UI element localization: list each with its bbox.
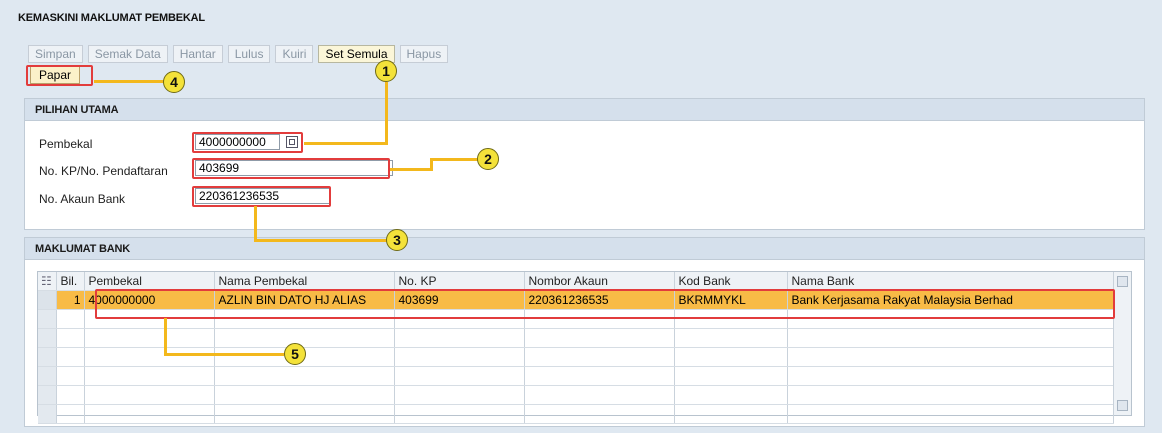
maklumat-bank-panel: MAKLUMAT BANK ☷ Bil. Pembekal Nama Pembe… (24, 237, 1145, 427)
simpan-button[interactable]: Simpan (28, 45, 83, 63)
annotation-badge-5: 5 (284, 343, 306, 365)
col-header[interactable]: No. KP (394, 272, 525, 291)
table-row[interactable] (38, 385, 1114, 405)
table-row[interactable] (38, 366, 1114, 386)
leader-line (390, 168, 432, 171)
annotation-badge-3: 3 (386, 229, 408, 251)
annotation-box-pembekal (192, 132, 303, 153)
annotation-box-akaun (192, 186, 331, 207)
table-row[interactable] (38, 328, 1114, 348)
leader-line (164, 318, 167, 355)
table-settings-icon[interactable]: ☷ (38, 272, 57, 291)
akaun-label: No. Akaun Bank (39, 192, 126, 206)
maklumat-bank-title: MAKLUMAT BANK (25, 238, 1144, 260)
annotation-box-papar (26, 65, 93, 86)
page-title: KEMASKINI MAKLUMAT PEMBEKAL (18, 12, 205, 24)
annotation-badge-2: 2 (477, 148, 499, 170)
page: KEMASKINI MAKLUMAT PEMBEKAL Simpan Semak… (0, 0, 1162, 433)
cell-bil: 1 (56, 290, 85, 310)
scroll-up-icon[interactable] (1117, 276, 1128, 287)
table-row[interactable] (38, 347, 1114, 367)
leader-line (430, 158, 478, 161)
lulus-button[interactable]: Lulus (227, 45, 271, 63)
table-row[interactable] (38, 404, 1114, 424)
leader-line (254, 239, 387, 242)
scroll-down-icon[interactable] (1117, 400, 1128, 411)
leader-line (304, 142, 386, 145)
vertical-scrollbar[interactable] (1113, 272, 1131, 415)
leader-line (385, 82, 388, 145)
leader-line (254, 206, 257, 242)
col-header[interactable]: Pembekal (84, 272, 215, 291)
col-header[interactable]: Nama Pembekal (214, 272, 395, 291)
pilihan-utama-title: PILIHAN UTAMA (25, 99, 1144, 121)
semak-data-button[interactable]: Semak Data (87, 45, 168, 63)
hantar-button[interactable]: Hantar (172, 45, 223, 63)
leader-line (164, 353, 284, 356)
hapus-button[interactable]: Hapus (399, 45, 449, 63)
leader-line (94, 80, 164, 83)
pembekal-label: Pembekal (39, 137, 93, 151)
annotation-badge-4: 4 (163, 71, 185, 93)
kp-label: No. KP/No. Pendaftaran (39, 164, 168, 178)
kuiri-button[interactable]: Kuiri (275, 45, 314, 63)
col-header[interactable]: Nombor Akaun (524, 272, 675, 291)
row-selector[interactable] (38, 290, 57, 310)
col-header[interactable]: Kod Bank (674, 272, 788, 291)
col-header[interactable]: Bil. (56, 272, 85, 291)
annotation-box-kp (192, 158, 390, 179)
annotation-badge-1: 1 (375, 60, 397, 82)
annotation-box-row (95, 289, 1115, 319)
col-header[interactable]: Nama Bank (787, 272, 1114, 291)
